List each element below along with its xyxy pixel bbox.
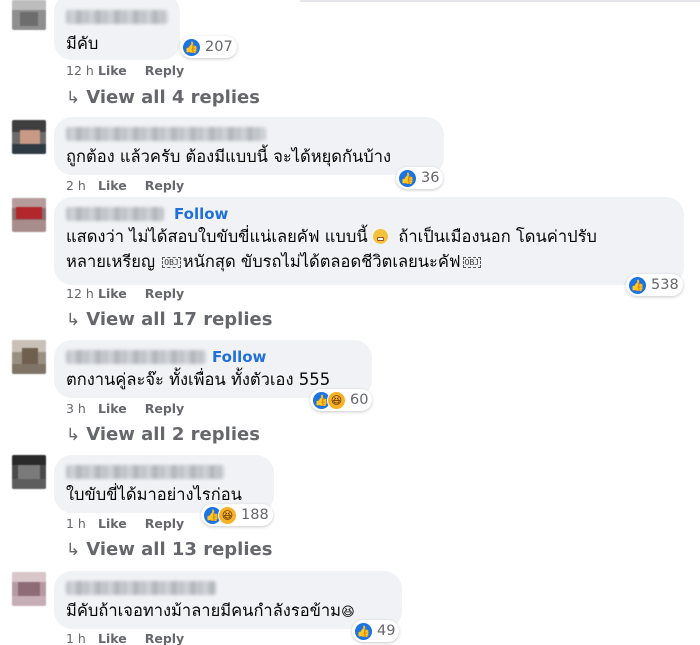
- comment-text: มีคับ: [66, 34, 99, 53]
- object-placeholder-icon: OBJ: [462, 257, 482, 268]
- view-replies-link[interactable]: ↳ View all 2 replies: [66, 424, 260, 445]
- author-name-redacted[interactable]: [66, 207, 164, 221]
- view-replies-label: View all 13 replies: [86, 539, 273, 560]
- view-replies-link[interactable]: ↳ View all 4 replies: [66, 87, 260, 108]
- grimace-emoji-icon: [372, 229, 388, 244]
- reaction-count: 188: [241, 507, 269, 523]
- view-replies-label: View all 2 replies: [86, 424, 260, 445]
- object-placeholder-icon: OBJ: [162, 257, 181, 268]
- comment-text: ถูกต้อง แล้วครับ ต้องมีแบบนี้ จะได้หยุดก…: [66, 147, 392, 166]
- like-button[interactable]: Like: [98, 516, 127, 531]
- author-name-redacted[interactable]: [66, 10, 168, 24]
- avatar[interactable]: [12, 0, 46, 30]
- reaction-summary[interactable]: 👍 😆 60: [310, 389, 373, 411]
- timestamp[interactable]: 12 h: [66, 63, 98, 78]
- reaction-count: 49: [377, 623, 396, 639]
- comment-bubble: ถูกต้อง แล้วครับ ต้องมีแบบนี้ จะได้หยุดก…: [54, 117, 444, 175]
- author-row: [66, 578, 390, 598]
- avatar[interactable]: [12, 455, 46, 489]
- author-row: Follow: [66, 347, 360, 367]
- author-name-redacted[interactable]: [66, 127, 266, 141]
- comment-bubble: Follow แสดงว่า ไม่ได้สอบใบขับขี่แน่เลยคั…: [54, 197, 684, 285]
- avatar[interactable]: [12, 198, 46, 232]
- timestamp[interactable]: 12 h: [66, 286, 98, 301]
- comment-text-part: หนักสุด ขับรถไม่ได้ตลอดชีวิตเลยนะคัฟ: [182, 252, 461, 271]
- haha-icon: 😆: [327, 390, 346, 410]
- timestamp[interactable]: 3 h: [66, 401, 98, 416]
- reaction-summary[interactable]: 👍 😆 188: [201, 504, 273, 526]
- avatar[interactable]: [12, 572, 46, 606]
- avatar[interactable]: [12, 120, 46, 154]
- comment-actions: 1 h Like Reply: [66, 631, 202, 645]
- reply-button[interactable]: Reply: [145, 401, 184, 416]
- author-name-redacted[interactable]: [66, 465, 224, 479]
- view-replies-label: View all 17 replies: [86, 309, 273, 330]
- comment-actions: 1 h Like Reply: [66, 516, 202, 531]
- comment-actions: 2 h Like Reply: [66, 178, 202, 193]
- comment-text: ตกงานคู่ละจ๊ะ ทั้งเพื่อน ทั้งตัวเอง 555: [66, 370, 331, 389]
- reply-arrow-icon: ↳: [66, 309, 81, 330]
- comment-actions: 12 h Like Reply: [66, 286, 202, 301]
- author-row: [66, 7, 168, 27]
- reply-arrow-icon: ↳: [66, 424, 81, 445]
- reply-button[interactable]: Reply: [145, 516, 184, 531]
- comment-text-part: แสดงว่า ไม่ได้สอบใบขับขี่แน่เลยคัฟ แบบนี…: [66, 227, 368, 246]
- reply-button[interactable]: Reply: [145, 178, 184, 193]
- laughing-emoji-icon: 😆: [341, 605, 355, 620]
- comment-actions: 12 h Like Reply: [66, 63, 202, 78]
- reaction-count: 36: [421, 170, 440, 186]
- like-icon: 👍: [182, 37, 201, 57]
- timestamp[interactable]: 2 h: [66, 178, 98, 193]
- like-button[interactable]: Like: [98, 631, 127, 645]
- reaction-summary[interactable]: 👍 207: [180, 36, 237, 58]
- like-icon: 👍: [628, 275, 647, 295]
- reaction-summary[interactable]: 👍 49: [352, 620, 400, 642]
- haha-icon: 😆: [218, 505, 237, 525]
- author-name-redacted[interactable]: [66, 350, 206, 364]
- like-icon: 👍: [354, 621, 373, 641]
- like-button[interactable]: Like: [98, 178, 127, 193]
- reply-button[interactable]: Reply: [145, 63, 184, 78]
- view-replies-label: View all 4 replies: [86, 87, 260, 108]
- comment-bubble: มีคับ: [54, 0, 180, 60]
- timestamp[interactable]: 1 h: [66, 516, 98, 531]
- comment-bubble: มีคับถ้าเจอทางม้าลายมีคนกำลังรอข้าม😆: [54, 571, 402, 629]
- comment-text-part: ถ้าเป็นเมืองนอก โดนค่าปรับ: [398, 227, 597, 246]
- view-replies-link[interactable]: ↳ View all 17 replies: [66, 309, 272, 330]
- reaction-count: 207: [205, 39, 233, 55]
- comment-text-part: หลายเหรียญ: [66, 252, 156, 271]
- like-button[interactable]: Like: [98, 286, 127, 301]
- like-button[interactable]: Like: [98, 63, 127, 78]
- comment-actions: 3 h Like Reply: [66, 401, 202, 416]
- comment-text: แสดงว่า ไม่ได้สอบใบขับขี่แน่เลยคัฟ แบบนี…: [66, 224, 672, 274]
- like-button[interactable]: Like: [98, 401, 127, 416]
- reply-button[interactable]: Reply: [145, 631, 184, 645]
- reply-arrow-icon: ↳: [66, 539, 81, 560]
- reaction-summary[interactable]: 👍 538: [626, 274, 683, 296]
- timestamp[interactable]: 1 h: [66, 631, 98, 645]
- comment-text-part: มีคับถ้าเจอทางม้าลายมีคนกำลังรอข้าม: [66, 601, 342, 620]
- author-name-redacted[interactable]: [66, 581, 216, 595]
- avatar[interactable]: [12, 340, 46, 374]
- reaction-count: 538: [651, 277, 679, 293]
- reply-button[interactable]: Reply: [145, 286, 184, 301]
- view-replies-link[interactable]: ↳ View all 13 replies: [66, 539, 272, 560]
- reaction-count: 60: [350, 392, 369, 408]
- reply-arrow-icon: ↳: [66, 87, 81, 108]
- comment-text: มีคับถ้าเจอทางม้าลายมีคนกำลังรอข้าม😆: [66, 598, 390, 625]
- author-row: [66, 462, 262, 482]
- author-row: [66, 124, 432, 144]
- follow-button[interactable]: Follow: [174, 205, 228, 223]
- divider: [300, 0, 700, 2]
- like-icon: 👍: [398, 168, 417, 188]
- follow-button[interactable]: Follow: [212, 348, 266, 366]
- author-row: Follow: [66, 204, 672, 224]
- reaction-summary[interactable]: 👍 36: [396, 167, 444, 189]
